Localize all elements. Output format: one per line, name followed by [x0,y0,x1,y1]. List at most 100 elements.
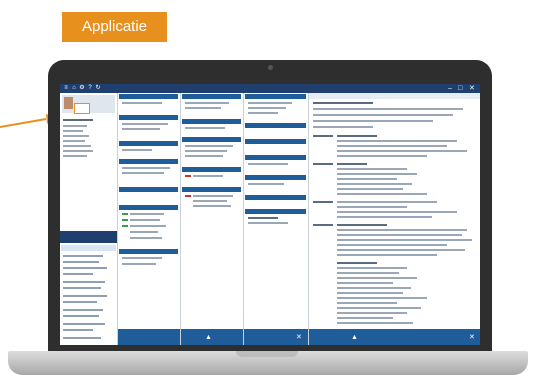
list-item[interactable] [63,337,101,339]
settings-icon[interactable]: ⚙ [79,85,85,91]
applicatie-banner: Applicatie [62,12,167,42]
row-line [248,107,286,109]
entry-date[interactable] [313,224,333,226]
section-header[interactable] [245,139,306,144]
row-line [122,167,170,169]
row-line [122,263,156,265]
section-header[interactable] [119,115,178,120]
nav-item[interactable] [63,125,87,127]
nav-item[interactable] [63,119,93,121]
list-item[interactable] [63,309,103,311]
entry-line [337,211,457,213]
nav-item[interactable] [63,140,85,142]
minimize-icon[interactable]: – [448,84,452,93]
entry-line [337,216,432,218]
maximize-icon[interactable]: □ [458,84,462,93]
entry-line [337,317,393,319]
nav-item[interactable] [63,130,83,132]
entry-line [337,183,412,185]
column-footer [118,329,180,345]
section-header[interactable] [119,94,178,99]
nav-item[interactable] [63,135,89,137]
list-item[interactable] [63,287,101,289]
user-box[interactable] [62,95,115,114]
nav-item[interactable] [63,150,93,152]
section-header[interactable] [245,155,306,160]
section-header[interactable] [182,137,241,142]
list-item[interactable] [63,295,107,297]
list-item[interactable] [63,323,105,325]
list-item[interactable] [63,273,93,275]
row-line [130,237,162,239]
section-header[interactable] [182,187,241,192]
entry-line [337,140,457,142]
entry-title [337,224,387,226]
filter-row[interactable] [313,126,373,128]
entry-line [337,282,393,284]
nav-item[interactable] [63,155,87,157]
menu-icon[interactable]: ≡ [63,85,69,91]
entry-line [337,312,407,314]
entry-date[interactable] [313,201,333,203]
section-header[interactable] [245,94,306,99]
entry-line [337,234,462,236]
section-header[interactable] [119,187,178,192]
list-item[interactable] [63,301,97,303]
filter-row[interactable] [313,102,373,104]
section-header[interactable] [245,195,306,200]
row-line [193,175,223,177]
list-item[interactable] [63,315,99,317]
alert-marker [185,175,191,177]
column-care: ▲ [181,93,244,345]
close-icon[interactable]: ✕ [469,84,475,93]
row-line [122,123,168,125]
nav-item[interactable] [63,145,91,147]
close-icon[interactable]: ✕ [296,334,302,342]
filter-row[interactable] [313,114,453,116]
list-item[interactable] [63,255,103,257]
row-line [122,128,160,130]
entry-date[interactable] [313,135,333,137]
entry-line [337,254,437,256]
entry-line [337,229,467,231]
list-item[interactable] [63,329,93,331]
row-line [130,219,160,221]
filter-row[interactable] [313,120,433,122]
entry-line [337,173,417,175]
section-header[interactable] [245,123,306,128]
row-line [193,205,231,207]
section-header[interactable] [119,159,178,164]
entry-date[interactable] [313,163,333,165]
list-item[interactable] [63,281,105,283]
entry-line [337,239,472,241]
expand-icon[interactable]: ▲ [351,334,358,342]
user-popup[interactable] [74,103,90,114]
section-header[interactable] [182,94,241,99]
app-title-bar: ≡ ⌂ ⚙ ? ↻ – □ ✕ [60,84,480,93]
refresh-icon[interactable]: ↻ [95,85,101,91]
home-icon[interactable]: ⌂ [71,85,77,91]
entry-line [337,292,403,294]
entry-line [337,206,407,208]
filter-row[interactable] [313,108,463,110]
entry-line [337,302,397,304]
entry-line [337,277,417,279]
section-header[interactable] [119,205,178,210]
section-header[interactable] [245,175,306,180]
entry-line [337,249,465,251]
section-header[interactable] [119,141,178,146]
alert-marker [185,195,191,197]
section-header[interactable] [182,119,241,124]
section-header[interactable] [245,209,306,214]
row-line [185,102,229,104]
section-header[interactable] [182,167,241,172]
entry-line [337,267,407,269]
help-icon[interactable]: ? [87,85,93,91]
row-line [193,195,233,197]
list-item[interactable] [63,261,99,263]
close-icon[interactable]: ✕ [469,334,475,342]
list-tab-selected[interactable] [61,245,116,251]
list-item[interactable] [63,267,107,269]
expand-icon[interactable]: ▲ [205,334,212,342]
section-header[interactable] [119,249,178,254]
